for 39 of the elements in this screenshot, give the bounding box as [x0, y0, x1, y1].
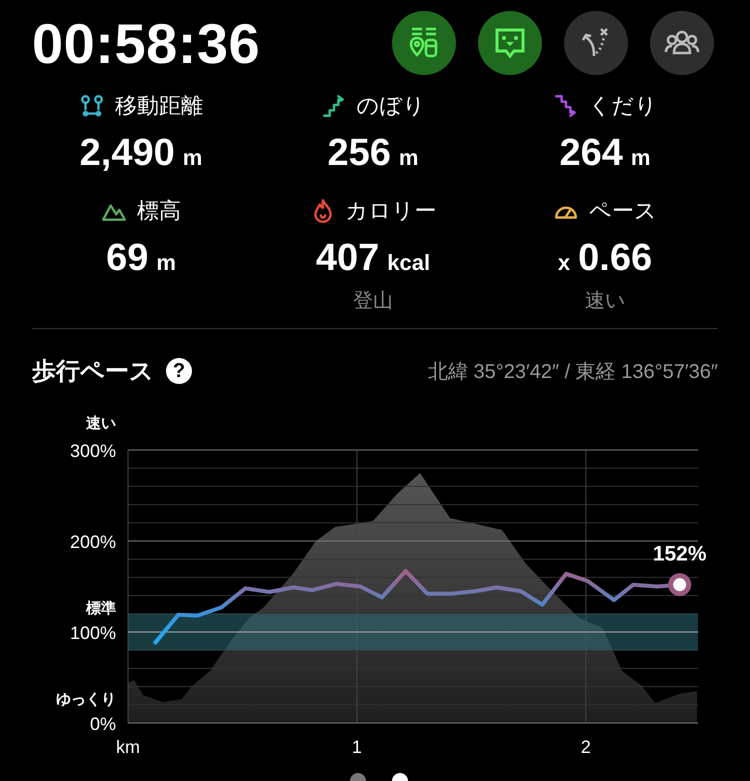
stat-value: 264 — [560, 132, 623, 175]
timer-display: 00:58:36 — [32, 10, 260, 76]
tick-label: 200% — [70, 532, 116, 552]
stat-unit: m — [398, 145, 418, 171]
data-label: 152% — [652, 542, 707, 566]
section-title: 歩行ペース — [32, 357, 154, 387]
axis-label: ゆっくり — [56, 691, 116, 708]
stat-unit: m — [182, 145, 202, 171]
stat-label: ペース — [589, 197, 657, 225]
stat-label: 移動距離 — [115, 92, 203, 120]
stat-value: 69 — [106, 237, 148, 280]
stairs-down-icon — [552, 93, 578, 119]
stat-label: カロリー — [346, 197, 436, 225]
axis-label: 速い — [86, 415, 116, 432]
stat-unit: m — [156, 250, 176, 276]
axis-label: 標準 — [86, 600, 116, 617]
stat-value: 0.66 — [578, 237, 652, 280]
stairs-up-icon — [320, 93, 346, 119]
tick-label: 0% — [90, 714, 116, 734]
current-point — [668, 573, 692, 596]
help-icon[interactable]: ? — [166, 358, 192, 384]
stat-label: のぼり — [356, 92, 426, 120]
tick-label: 2 — [580, 737, 591, 757]
stat-unit: kcal — [387, 250, 430, 276]
axis-label: km — [116, 737, 140, 757]
stat-note: 速い — [585, 289, 625, 314]
stat-label: 標高 — [137, 197, 181, 225]
stat-prefix: x — [558, 250, 570, 276]
stat-unit: m — [630, 145, 650, 171]
tick-label: 1 — [352, 737, 362, 757]
stat-value: 2,490 — [80, 132, 175, 175]
coordinates-text: 北緯 35°23′42″ / 東経 136°57′36″ — [428, 360, 718, 384]
stat-label: くだり — [588, 92, 658, 120]
tick-label: 100% — [70, 623, 116, 643]
stat-value: 407 — [316, 237, 380, 280]
stat-value: 256 — [328, 132, 391, 175]
route-pins-icon — [79, 93, 105, 119]
stat-note: 登山 — [353, 289, 393, 314]
tick-label: 300% — [70, 441, 116, 461]
